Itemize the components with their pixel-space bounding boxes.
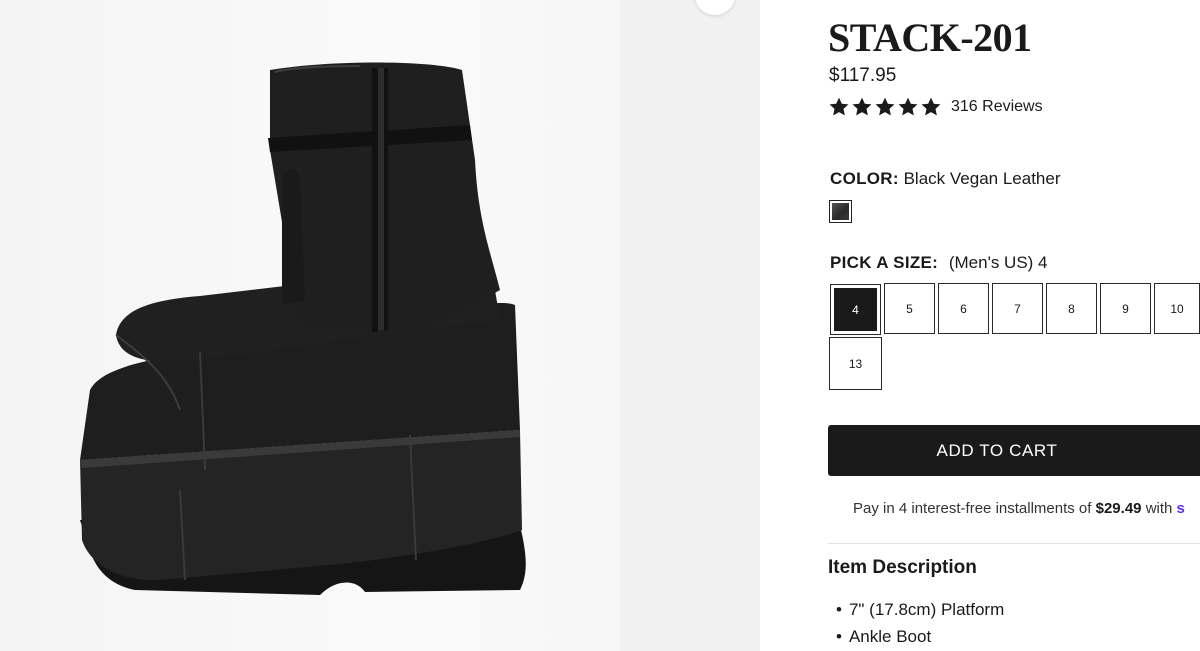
section-divider (828, 543, 1200, 544)
color-label-key: COLOR: (830, 169, 899, 188)
size-option-13[interactable]: 13 (829, 337, 882, 390)
product-image-panel (0, 0, 760, 651)
size-selected-value: (Men's US) 4 (948, 253, 1048, 272)
star-icon (921, 97, 941, 116)
size-option-7[interactable]: 7 (992, 283, 1043, 334)
color-swatch-fill (832, 203, 849, 220)
product-rating: 316 Reviews (828, 96, 1043, 118)
color-swatch-black[interactable] (829, 200, 852, 223)
color-selected-value: Black Vegan Leather (903, 169, 1061, 188)
size-label-key: PICK A SIZE: (830, 253, 939, 272)
item-description-heading: Item Description (828, 557, 977, 578)
star-icon (898, 97, 918, 116)
reviews-link[interactable]: 316 Reviews (951, 98, 1043, 116)
description-item: Ankle Boot (836, 623, 1004, 650)
installments-suffix: with (1145, 500, 1173, 517)
shop-pay-link[interactable]: s (1177, 500, 1185, 517)
item-description-list: 7" (17.8cm) Platform Ankle Boot (836, 596, 1004, 650)
star-icon (875, 97, 895, 116)
color-label: COLOR: Black Vegan Leather (830, 169, 1061, 189)
size-option-5[interactable]: 5 (884, 283, 935, 334)
size-label: PICK A SIZE: (Men's US) 4 (830, 253, 1048, 273)
star-icon (829, 97, 849, 116)
product-price: $117.95 (829, 65, 897, 86)
size-option-9[interactable]: 9 (1100, 283, 1151, 334)
size-option-4[interactable]: 4 (830, 284, 881, 335)
size-option-10[interactable]: 10 (1154, 283, 1200, 334)
description-item: 7" (17.8cm) Platform (836, 596, 1004, 623)
product-image-boot (80, 62, 526, 595)
star-icon (852, 97, 872, 116)
size-option-8[interactable]: 8 (1046, 283, 1097, 334)
installments-prefix: Pay in 4 interest-free installments of (853, 500, 1092, 517)
add-to-cart-button[interactable]: ADD TO CART (828, 425, 1200, 476)
size-option-6[interactable]: 6 (938, 283, 989, 334)
rating-stars (828, 96, 942, 118)
installments-message: Pay in 4 interest-free installments of $… (853, 500, 1185, 517)
product-title: STACK-201 (828, 15, 1032, 60)
installments-amount: $29.49 (1095, 500, 1142, 517)
product-details: STACK-201 $117.95 316 Reviews COLOR: Bla… (760, 0, 1200, 651)
